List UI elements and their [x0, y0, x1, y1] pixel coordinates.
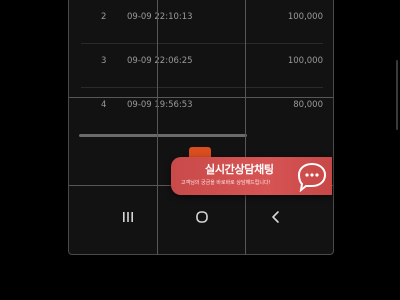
phone-screen: 2 09-09 22:10:13 100,000 3 09-09 22:06:2…	[68, 0, 334, 255]
stage: 2 09-09 22:10:13 100,000 3 09-09 22:06:2…	[0, 0, 400, 300]
row-time: 09-09 22:06:25	[127, 56, 193, 66]
row-amount: 100,000	[287, 12, 323, 22]
crop-guide-vertical	[157, 0, 158, 254]
table-row[interactable]: 3 09-09 22:06:25 100,000	[81, 44, 323, 88]
live-chat-banner[interactable]: 실시간상담채팅 고객님의 궁금을 바로바로 상담해드립니다!	[171, 157, 332, 195]
table-row[interactable]: 4 09-09 19:56:53 80,000	[81, 88, 323, 132]
navigation-bar	[69, 200, 333, 234]
home-icon[interactable]	[191, 206, 213, 228]
row-number: 3	[101, 56, 107, 66]
floating-tab[interactable]	[189, 147, 211, 157]
edge-indicator	[396, 60, 398, 130]
recent-apps-icon[interactable]	[117, 206, 139, 228]
row-amount: 80,000	[293, 100, 323, 110]
chat-bubble-icon	[295, 160, 329, 193]
crop-guide-vertical	[245, 0, 246, 254]
chat-banner-subtitle: 고객님의 궁금을 바로바로 상담해드립니다!	[181, 180, 271, 186]
row-number: 4	[101, 100, 107, 110]
row-time: 09-09 22:10:13	[127, 12, 193, 22]
row-number: 2	[101, 12, 107, 22]
row-amount: 100,000	[287, 56, 323, 66]
crop-guide-horizontal	[69, 97, 333, 98]
chat-banner-title: 실시간상담채팅	[205, 163, 274, 176]
back-icon[interactable]	[265, 206, 287, 228]
horizontal-scrollbar[interactable]	[79, 134, 247, 137]
table-row[interactable]: 2 09-09 22:10:13 100,000	[81, 0, 323, 44]
row-time: 09-09 19:56:53	[127, 100, 193, 110]
